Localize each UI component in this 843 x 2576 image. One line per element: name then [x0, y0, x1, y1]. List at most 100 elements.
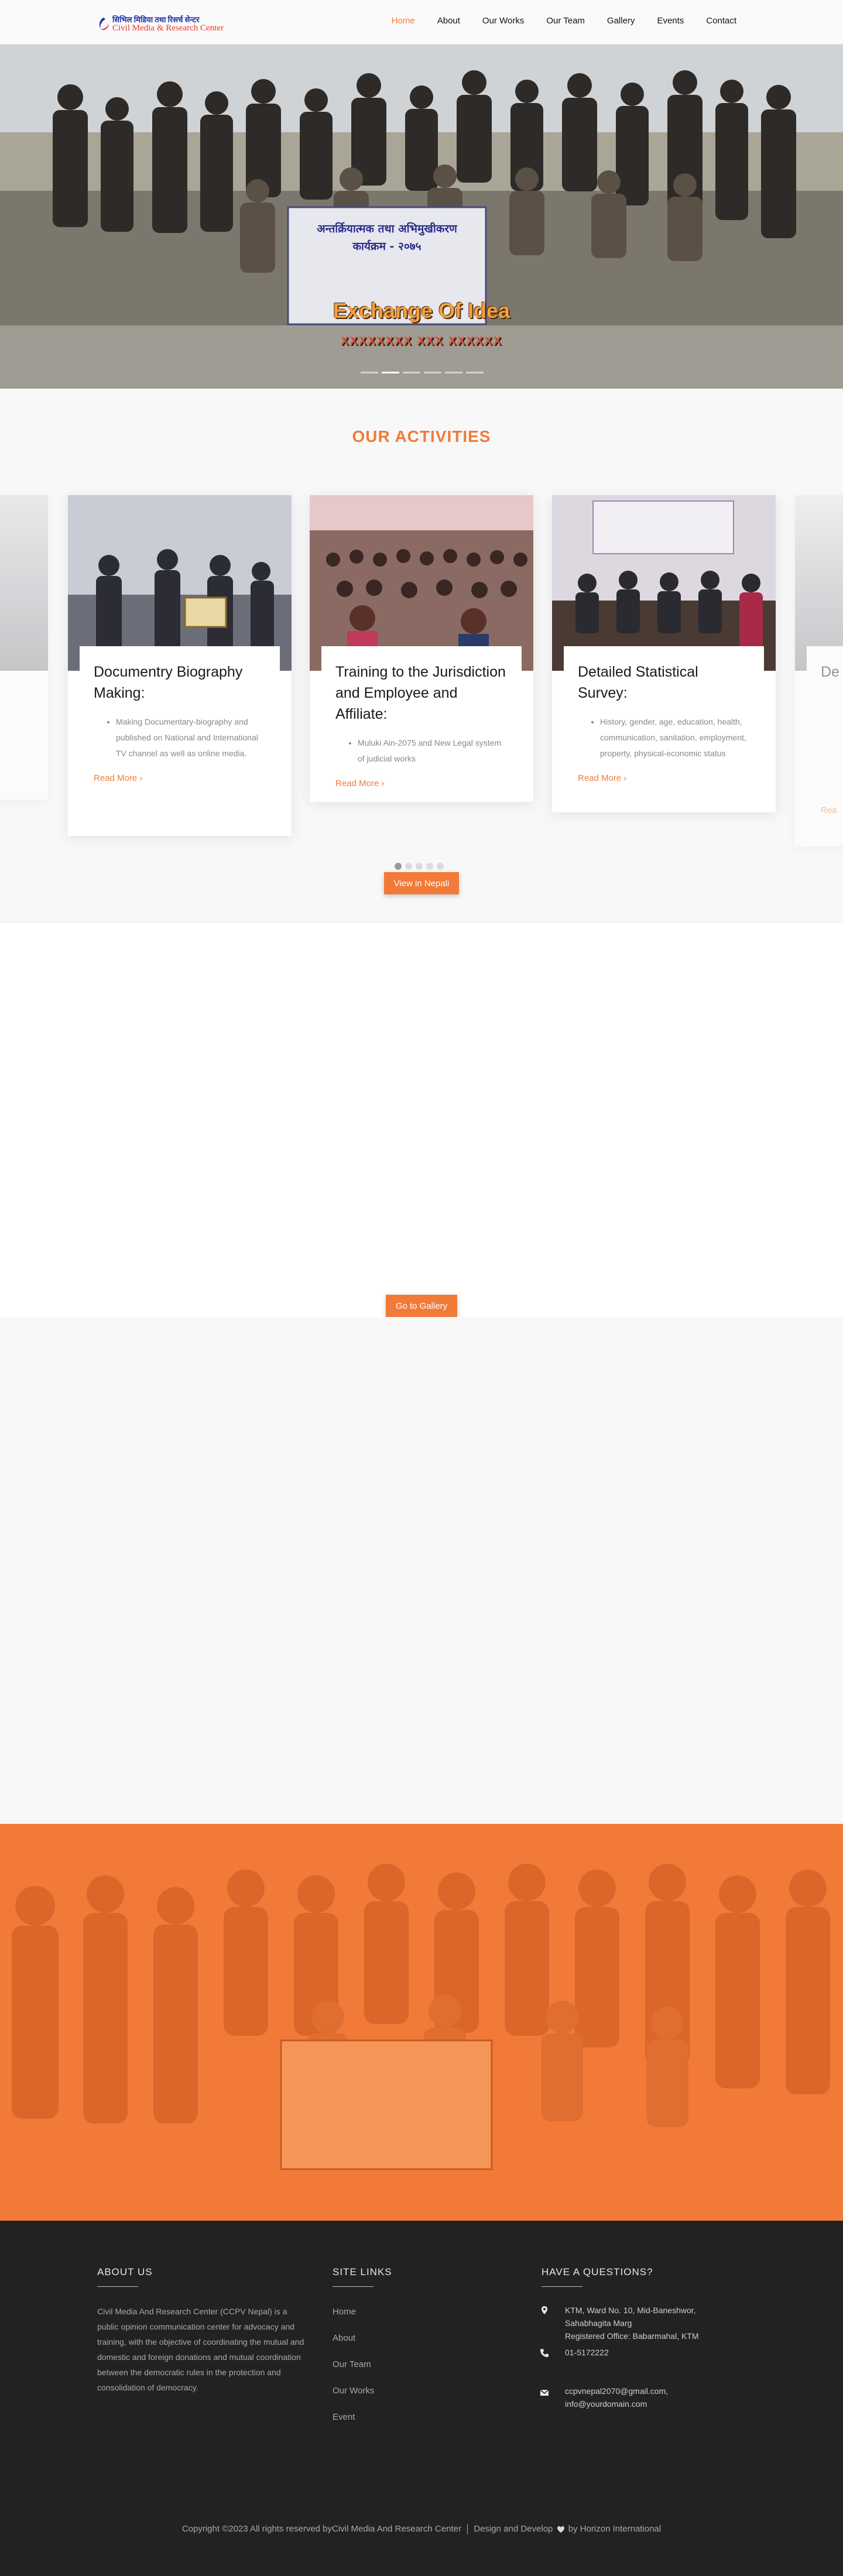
hero-slide-dot[interactable]	[361, 372, 378, 373]
footer-email: ccpvnepal2070@gmail.com, info@yourdomain…	[565, 2385, 668, 2410]
activity-card-3-body: Detailed Statistical Survey: History, ge…	[564, 646, 764, 783]
activity-card-1-read-more[interactable]: Read More ›	[94, 773, 142, 783]
activity-card-1-body: Documentry Biography Making: Making Docu…	[80, 646, 280, 783]
footer-contact-rule	[542, 2286, 582, 2287]
copyright-org-link[interactable]: Civil Media And Research Center	[332, 2524, 461, 2534]
carousel-dot-active[interactable]	[395, 863, 402, 870]
nav-home[interactable]: Home	[392, 16, 415, 26]
activities-title: OUR ACTIVITIES	[352, 427, 491, 445]
nav-gallery[interactable]: Gallery	[607, 16, 635, 26]
hero-slide-dot[interactable]	[445, 372, 462, 373]
hero-subcaption: XXXXXXXX XXX XXXXXX	[341, 335, 502, 348]
footer-about-title: ABOUT US	[97, 2266, 153, 2277]
activity-card-3-title: Detailed Statistical Survey:	[578, 664, 698, 701]
copyright-prefix: Copyright ©2023 All rights reserved by	[181, 2524, 333, 2534]
activity-card-3[interactable]: Detailed Statistical Survey: History, ge…	[552, 495, 776, 812]
activity-card-next-read-more[interactable]: Rea	[821, 805, 837, 815]
blank-section	[0, 1317, 843, 1824]
carousel-dot[interactable]	[405, 863, 412, 870]
page: सिभिल मिडिया तथा रिसर्च सेन्टर Civil Med…	[0, 0, 843, 2576]
footer-contact-title: HAVE A QUESTIONS?	[542, 2266, 653, 2277]
nav-events[interactable]: Events	[657, 16, 684, 26]
training-hall-photo	[310, 495, 533, 671]
activity-card-2-body: Training to the Jurisdiction and Employe…	[321, 646, 522, 788]
hero-slide-dot-active[interactable]	[382, 372, 399, 373]
footer-link-about[interactable]: About	[333, 2333, 355, 2343]
hero-slide-dot[interactable]	[403, 372, 420, 373]
copyright-design: Design and Develop	[474, 2524, 553, 2534]
copyright-divider	[467, 2524, 468, 2535]
activity-card-2[interactable]: Training to the Jurisdiction and Employe…	[310, 495, 533, 802]
map-marker-icon	[542, 2306, 547, 2314]
footer-about-rule	[97, 2286, 138, 2287]
footer-link-our-team[interactable]: Our Team	[333, 2359, 371, 2369]
logo-english-text: Civil Media & Research Center	[112, 23, 224, 33]
activity-card-1[interactable]: Documentry Biography Making: Making Docu…	[68, 495, 292, 836]
footer-link-home[interactable]: Home	[333, 2307, 356, 2317]
footer-about-text: Civil Media And Research Center (CCPV Ne…	[97, 2307, 304, 2392]
footer-email-1[interactable]: ccpvnepal2070@gmail.com,	[565, 2385, 668, 2397]
activities-carousel-dots	[395, 863, 444, 870]
activity-card-3-read-more[interactable]: Read More ›	[578, 773, 626, 783]
photo-overlay-band	[0, 1824, 843, 2221]
activity-card-2-title: Training to the Jurisdiction and Employe…	[335, 664, 506, 722]
heart-icon	[557, 2526, 564, 2533]
footer-address-line3: Registered Office: Babarmahal, KTM	[565, 2331, 699, 2341]
survey-meeting-photo	[552, 495, 776, 671]
go-to-gallery-button[interactable]: Go to Gallery	[386, 1295, 457, 1317]
activity-card-prev[interactable]	[0, 495, 48, 800]
carousel-dot[interactable]	[426, 863, 433, 870]
award-photo	[68, 495, 292, 671]
activity-card-prev-image	[0, 495, 48, 671]
footer-phone[interactable]: 01-5172222	[565, 2346, 609, 2359]
activities-section: OUR ACTIVITIES Documentry Biography Maki…	[0, 389, 843, 922]
footer-copyright: Copyright ©2023 All rights reserved byCi…	[0, 2524, 843, 2535]
carousel-dot[interactable]	[437, 863, 444, 870]
activity-card-2-read-more[interactable]: Read More ›	[335, 778, 384, 788]
activity-card-2-image	[310, 495, 533, 671]
chevron-right-icon: ›	[623, 773, 627, 783]
hero-banner-line2: कार्यक्रम - २०७५	[352, 240, 422, 253]
phone-icon	[540, 2349, 549, 2357]
carousel-dot[interactable]	[416, 863, 423, 870]
footer-links-title: SITE LINKS	[333, 2266, 392, 2277]
footer-link-our-works[interactable]: Our Works	[333, 2386, 374, 2396]
footer-address-line2: Sahabhagita Marg	[565, 2318, 632, 2328]
hero-slide-indicators	[361, 372, 484, 373]
gallery-section: Go to Gallery	[0, 922, 843, 1317]
hero-slide-dot[interactable]	[466, 372, 484, 373]
activity-card-1-bullet: Making Documentary-biography and publish…	[116, 714, 266, 762]
chevron-right-icon: ›	[381, 778, 385, 788]
hero-caption: Exchange Of Idea	[333, 299, 510, 323]
envelope-icon	[540, 2389, 549, 2396]
nav-contact[interactable]: Contact	[706, 16, 736, 26]
hero-slide-dot[interactable]	[424, 372, 441, 373]
hero-slider[interactable]: अन्तर्क्रियात्मक तथा अभिमुखीकरण कार्यक्र…	[0, 44, 843, 389]
activity-card-3-bullet: History, gender, age, education, health,…	[600, 714, 750, 762]
activity-card-next-title: De	[821, 664, 839, 680]
footer-email-2[interactable]: info@yourdomain.com	[565, 2397, 668, 2410]
logo-swoosh-icon	[99, 18, 109, 30]
activity-card-next[interactable]: De Rea	[795, 495, 843, 846]
chevron-right-icon: ›	[139, 773, 143, 783]
activity-card-next-image	[795, 495, 843, 671]
main-menu: Home About Our Works Our Team Gallery Ev…	[392, 16, 736, 26]
footer-address: KTM, Ward No. 10, Mid-Baneshwor, Sahabha…	[565, 2304, 699, 2342]
nav-our-works[interactable]: Our Works	[482, 16, 524, 26]
activity-card-1-image	[68, 495, 292, 671]
activity-card-next-body: De Rea	[807, 646, 843, 815]
footer-link-event[interactable]: Event	[333, 2412, 355, 2422]
activity-card-3-image	[552, 495, 776, 671]
hero-banner-line1: अन्तर्क्रियात्मक तथा अभिमुखीकरण	[317, 222, 457, 235]
site-footer: ABOUT US Civil Media And Research Center…	[0, 2221, 843, 2576]
nav-about[interactable]: About	[437, 16, 460, 26]
band-group-photo	[0, 1824, 843, 2221]
activity-card-2-bullet: Muluki Ain-2075 and New Legal system of …	[358, 735, 508, 767]
copyright-horizon-link[interactable]: by Horizon International	[568, 2524, 661, 2534]
footer-links-rule	[333, 2286, 373, 2287]
activity-card-1-title: Documentry Biography Making:	[94, 664, 243, 701]
view-in-nepali-button[interactable]: View in Nepali	[384, 872, 459, 894]
nav-our-team[interactable]: Our Team	[546, 16, 585, 26]
hero-banner-text: अन्तर्क्रियात्मक तथा अभिमुखीकरण कार्यक्र…	[288, 220, 486, 255]
site-logo[interactable]: सिभिल मिडिया तथा रिसर्च सेन्टर Civil Med…	[97, 14, 238, 35]
